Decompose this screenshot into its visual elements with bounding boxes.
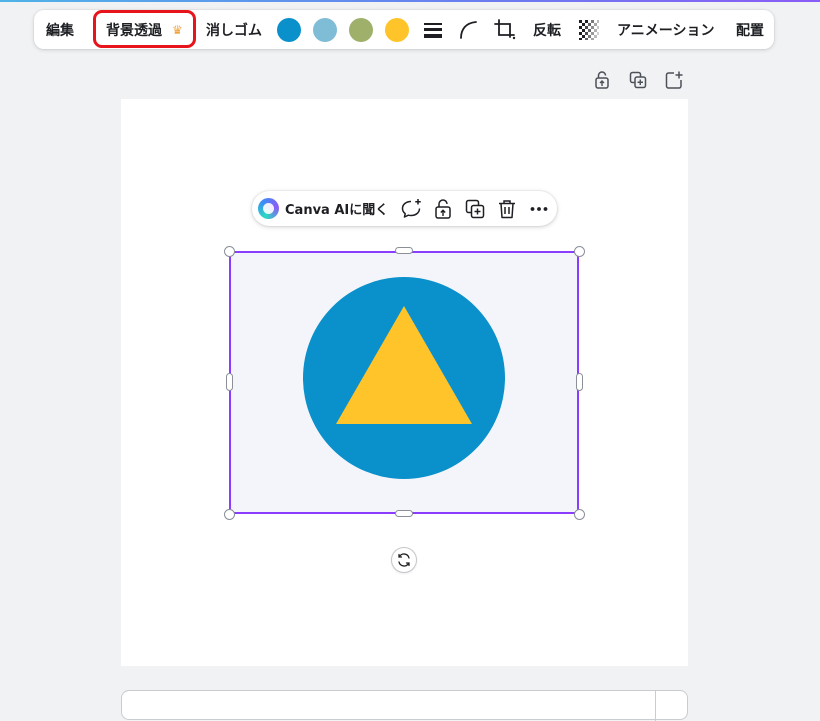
bottom-panel[interactable] (121, 690, 688, 721)
resize-handle-bottom[interactable] (395, 510, 413, 517)
add-page-icon[interactable] (664, 70, 684, 90)
animation-button[interactable]: アニメーション (617, 10, 714, 49)
rotate-button[interactable] (391, 547, 417, 573)
lock-page-icon[interactable] (592, 70, 612, 90)
bg-remove-button[interactable]: 背景透過 ♛ (106, 10, 183, 49)
top-accent-bar (0, 0, 820, 2)
animation-label: アニメーション (617, 22, 715, 39)
ask-canva-ai-label: Canva AIに聞く (285, 203, 389, 218)
resize-handle-top-right[interactable] (574, 246, 585, 257)
duplicate-page-icon[interactable] (628, 70, 648, 90)
resize-handle-bottom-right[interactable] (574, 509, 585, 520)
element-toolbar: 編集 背景透過 ♛ 消しゴム 反転 アニメーション 配置 (34, 10, 774, 49)
crop-icon[interactable] (492, 17, 518, 43)
resize-handle-bottom-left[interactable] (224, 509, 235, 520)
bg-remove-label: 背景透過 (106, 22, 162, 39)
lock-icon[interactable] (431, 197, 455, 221)
comment-add-icon[interactable] (399, 197, 423, 221)
circle-triangle-graphic[interactable] (303, 277, 505, 479)
resize-handle-top[interactable] (395, 247, 413, 254)
flip-label: 反転 (533, 22, 561, 39)
crown-icon: ♛ (172, 22, 183, 37)
bottom-panel-divider (655, 691, 656, 721)
eraser-button[interactable]: 消しゴム (206, 10, 262, 49)
color-swatch-yellow[interactable] (385, 18, 409, 42)
position-label: 配置 (736, 22, 764, 39)
resize-handle-left[interactable] (226, 373, 233, 391)
trash-icon[interactable] (495, 197, 519, 221)
edit-button[interactable]: 編集 (46, 10, 74, 49)
ask-canva-ai-button[interactable]: Canva AIに聞く (258, 191, 388, 226)
color-swatch-blue[interactable] (277, 18, 301, 42)
rotate-icon (398, 553, 410, 567)
eraser-label: 消しゴム (206, 22, 262, 39)
color-swatch-light-blue[interactable] (313, 18, 337, 42)
resize-handle-top-left[interactable] (224, 246, 235, 257)
transparency-icon[interactable] (576, 17, 602, 43)
color-swatch-olive[interactable] (349, 18, 373, 42)
position-button[interactable]: 配置 (736, 10, 764, 49)
edit-label: 編集 (46, 22, 74, 39)
more-icon[interactable] (527, 197, 551, 221)
corner-rounding-icon[interactable] (456, 17, 482, 43)
canva-ai-logo-icon (258, 198, 279, 219)
context-toolbar: Canva AIに聞く (252, 191, 557, 226)
resize-handle-right[interactable] (576, 373, 583, 391)
flip-button[interactable]: 反転 (533, 10, 561, 49)
duplicate-icon[interactable] (463, 197, 487, 221)
border-style-icon[interactable] (420, 17, 446, 43)
